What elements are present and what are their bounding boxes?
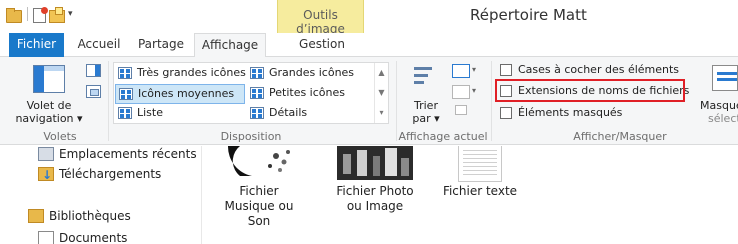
hide-selected-icon [712, 65, 738, 91]
window-title: Répertoire Matt [470, 6, 587, 24]
file-item-music[interactable]: Fichier Musique ou Son [214, 146, 304, 244]
navigation-tree: Emplacements récents Téléchargements Bib… [0, 146, 202, 244]
group-label-current-view: Affichage actuel [398, 130, 488, 143]
layout-list[interactable]: Liste [115, 104, 245, 124]
contextual-tab-group-label: Outils d’image [296, 8, 345, 36]
file-item-photo[interactable]: Fichier Photo ou Image [327, 146, 423, 244]
layout-large-icons[interactable]: Grandes icônes [247, 64, 371, 84]
tree-item-documents[interactable]: Documents [38, 228, 127, 244]
tree-item-libraries[interactable]: Bibliothèques [28, 206, 131, 226]
details-icon [250, 107, 264, 119]
file-name-line3: Son [247, 214, 271, 228]
customize-toolbar-dropdown-icon[interactable]: ▾ [68, 6, 73, 22]
sort-by-label-line1: Trier [414, 99, 438, 112]
tree-item-recent-places[interactable]: Emplacements récents [38, 144, 197, 164]
add-columns-dropdown-icon: ▾ [472, 86, 477, 95]
large-icons-icon [250, 67, 264, 79]
list-icon [118, 107, 132, 119]
preview-pane-icon[interactable] [86, 64, 101, 77]
hidden-items-option[interactable]: Éléments masqués [498, 104, 622, 122]
file-name-line2: ou Image [346, 199, 404, 213]
hidden-items-checkbox[interactable] [500, 107, 512, 119]
layout-medium-icons[interactable]: Icônes moyennes [115, 84, 245, 104]
layout-gallery: Très grandes icônes Icônes moyennes List… [113, 62, 389, 124]
text-file-thumbnail [458, 146, 502, 182]
group-by-icon[interactable] [452, 64, 470, 78]
recent-places-icon [38, 147, 54, 161]
navigation-pane-label-line1: Volet de [26, 99, 72, 112]
details-pane-icon[interactable] [86, 85, 101, 98]
tab-file[interactable]: Fichier [9, 33, 64, 57]
properties-icon[interactable] [33, 6, 48, 23]
item-checkboxes-option[interactable]: Cases à cocher des éléments [498, 61, 679, 79]
size-columns-icon [455, 105, 467, 115]
tab-manage[interactable]: Gestion [282, 33, 362, 57]
sort-icon [414, 65, 438, 91]
group-by-dropdown-icon[interactable]: ▾ [472, 65, 476, 74]
content-area: Emplacements récents Téléchargements Bib… [0, 146, 738, 244]
file-name-line2: Musique ou [224, 199, 294, 213]
navigation-pane-icon [33, 65, 65, 93]
layout-small-icons[interactable]: Petites icônes [247, 84, 371, 104]
item-checkboxes-checkbox[interactable] [500, 64, 512, 76]
hide-selected-button[interactable]: Masquer le sélecti [698, 61, 738, 125]
small-icons-icon [250, 87, 264, 99]
downloads-icon [38, 165, 54, 185]
photo-file-thumbnail [337, 146, 413, 180]
layout-gallery-scroll[interactable]: ▲ ▼ ▾ [374, 63, 388, 123]
group-divider [108, 61, 109, 141]
libraries-icon [28, 209, 44, 223]
music-file-thumbnail [224, 146, 294, 176]
group-label-layout: Disposition [220, 130, 282, 143]
file-name-line1: Fichier [239, 184, 279, 198]
hide-selected-label-line2: sélecti [708, 112, 738, 125]
add-columns-icon [452, 85, 470, 99]
annotation-highlight [495, 79, 685, 102]
group-label-show-hide: Afficher/Masquer [573, 130, 667, 143]
file-name-line1: Fichier Photo [336, 184, 414, 198]
title-bar: ▾ [0, 0, 738, 31]
sort-by-label-line2: par ▾ [412, 112, 440, 125]
sort-by-button[interactable]: Trier par ▾ [405, 61, 447, 125]
file-item-text[interactable]: Fichier texte [435, 146, 525, 244]
navigation-pane-button[interactable]: Volet de navigation ▾ [14, 61, 84, 125]
file-name-line1: Fichier texte [442, 184, 518, 198]
tab-view[interactable]: Affichage [194, 33, 266, 58]
quick-access-toolbar: ▾ [6, 6, 73, 23]
hide-selected-label-line1: Masquer le [700, 99, 738, 112]
gallery-expand-icon[interactable]: ▾ [375, 103, 388, 123]
tab-share[interactable]: Partage [132, 33, 190, 57]
folder-icon [6, 7, 22, 23]
scroll-up-icon[interactable]: ▲ [375, 63, 388, 83]
extra-large-icons-icon [118, 67, 132, 79]
group-label-panes: Volets [43, 130, 77, 143]
documents-icon [38, 231, 54, 244]
medium-icons-icon [119, 88, 133, 100]
ribbon-tab-strip: Fichier Accueil Partage Affichage Gestio… [0, 33, 738, 58]
group-divider [491, 61, 492, 141]
navigation-pane-label-line2: navigation ▾ [15, 112, 83, 125]
group-divider [396, 61, 397, 141]
tree-item-downloads[interactable]: Téléchargements [38, 164, 161, 185]
layout-extra-large-icons[interactable]: Très grandes icônes [115, 64, 246, 84]
new-folder-icon[interactable] [49, 6, 65, 23]
toolbar-divider [27, 7, 28, 21]
scroll-down-icon[interactable]: ▼ [375, 83, 388, 103]
layout-details[interactable]: Détails [247, 104, 371, 124]
tab-home[interactable]: Accueil [70, 33, 128, 57]
